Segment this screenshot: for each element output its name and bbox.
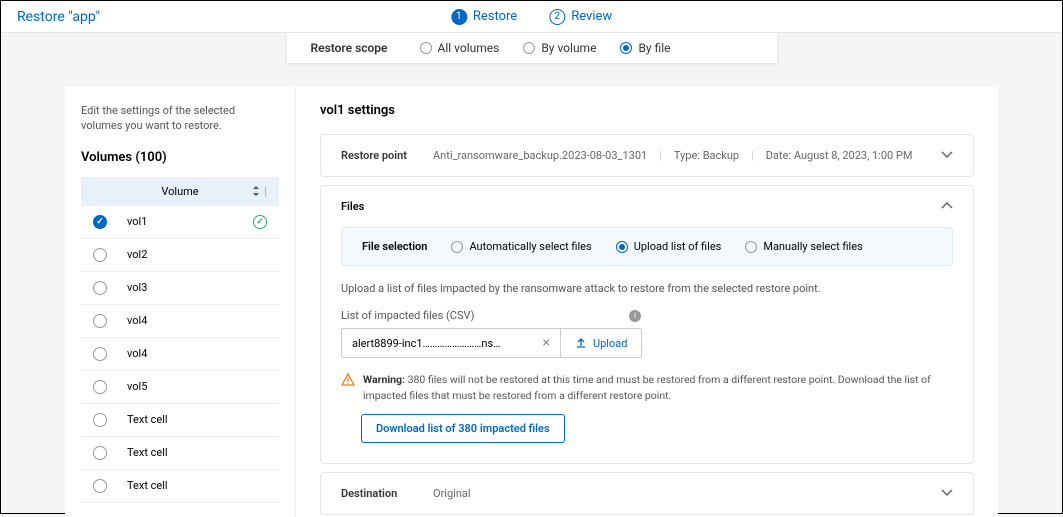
radio-icon xyxy=(451,241,463,253)
restore-scope-bar: Restore scope All volumes By volume By f… xyxy=(287,33,777,63)
info-icon[interactable]: i xyxy=(629,310,641,322)
sidebar-title: Volumes (100) xyxy=(81,150,279,165)
file-sel-auto[interactable]: Automatically select files xyxy=(451,240,591,253)
file-selection-bar: File selection Automatically select file… xyxy=(341,227,953,266)
volume-row[interactable]: vol4 xyxy=(81,305,279,338)
step-number-icon: 2 xyxy=(549,9,565,25)
volume-row[interactable]: vol4 xyxy=(81,338,279,371)
file-upload-row: alert8899-inc1……………………ns… × Upload xyxy=(341,328,953,358)
status-ok-icon xyxy=(253,215,267,229)
warning-message: Warning: 380 files will not be restored … xyxy=(341,372,953,404)
volume-list: vol1 vol2 vol3 vol4 vol4 vol5 Text cell … xyxy=(81,206,279,503)
scope-all-volumes[interactable]: All volumes xyxy=(420,41,500,55)
files-header[interactable]: Files xyxy=(321,186,973,227)
chevron-up-icon xyxy=(941,200,953,213)
radio-icon xyxy=(523,42,535,54)
checkbox-icon[interactable] xyxy=(93,215,107,229)
radio-icon xyxy=(620,42,632,54)
warning-icon xyxy=(341,373,355,404)
restore-point-panel: Restore point Anti_ransomware_backup.202… xyxy=(320,134,974,177)
volume-row[interactable]: vol1 xyxy=(81,206,279,239)
sort-icon[interactable]: | xyxy=(252,185,267,198)
restore-point-header[interactable]: Restore point Anti_ransomware_backup.202… xyxy=(321,135,973,176)
download-impacted-button[interactable]: Download list of 380 impacted files xyxy=(361,414,565,443)
chevron-down-icon xyxy=(941,487,953,500)
volume-row[interactable]: Text cell xyxy=(81,404,279,437)
destination-header[interactable]: Destination Original xyxy=(321,473,973,514)
checkbox-icon[interactable] xyxy=(93,479,107,493)
file-sel-upload[interactable]: Upload list of files xyxy=(616,240,722,253)
wizard-stepper: 1 Restore 2 Review xyxy=(451,9,612,25)
volume-row[interactable]: Text cell xyxy=(81,470,279,503)
step-restore[interactable]: 1 Restore xyxy=(451,9,517,25)
scope-by-file[interactable]: By file xyxy=(620,41,670,55)
volume-column-header[interactable]: Volume | xyxy=(81,177,279,206)
checkbox-icon[interactable] xyxy=(93,314,107,328)
chevron-down-icon xyxy=(941,149,953,162)
checkbox-icon[interactable] xyxy=(93,347,107,361)
files-panel: Files File selection Automatically selec… xyxy=(320,185,974,464)
radio-icon xyxy=(420,42,432,54)
radio-icon xyxy=(616,241,628,253)
upload-icon xyxy=(575,337,587,349)
file-input[interactable]: alert8899-inc1……………………ns… × xyxy=(341,328,561,358)
csv-field-label: List of impacted files (CSV) i xyxy=(341,309,641,322)
main-container: Edit the settings of the selected volume… xyxy=(65,87,998,517)
scope-label: Restore scope xyxy=(311,41,388,55)
upload-button[interactable]: Upload xyxy=(561,328,642,358)
files-body: File selection Automatically select file… xyxy=(321,227,973,463)
step-review[interactable]: 2 Review xyxy=(549,9,612,25)
sidebar-description: Edit the settings of the selected volume… xyxy=(81,103,279,134)
scope-by-volume[interactable]: By volume xyxy=(523,41,596,55)
top-bar: Restore "app" 1 Restore 2 Review xyxy=(1,1,1062,33)
checkbox-icon[interactable] xyxy=(93,413,107,427)
file-sel-manual[interactable]: Manually select files xyxy=(745,240,862,253)
checkbox-icon[interactable] xyxy=(93,446,107,460)
destination-panel: Destination Original xyxy=(320,472,974,515)
step-label: Review xyxy=(571,9,612,24)
volume-row[interactable]: vol5 xyxy=(81,371,279,404)
volume-row[interactable]: vol2 xyxy=(81,239,279,272)
checkbox-icon[interactable] xyxy=(93,248,107,262)
step-label: Restore xyxy=(473,9,517,24)
checkbox-icon[interactable] xyxy=(93,380,107,394)
radio-icon xyxy=(745,241,757,253)
volume-row[interactable]: Text cell xyxy=(81,437,279,470)
page-title: Restore "app" xyxy=(17,9,100,25)
clear-file-icon[interactable]: × xyxy=(543,335,550,351)
checkbox-icon[interactable] xyxy=(93,281,107,295)
volumes-sidebar: Edit the settings of the selected volume… xyxy=(65,87,295,517)
content-title: vol1 settings xyxy=(320,103,974,118)
step-number-icon: 1 xyxy=(451,9,467,25)
upload-help-text: Upload a list of files impacted by the r… xyxy=(341,282,953,295)
volume-row[interactable]: vol3 xyxy=(81,272,279,305)
settings-content: vol1 settings Restore point Anti_ransomw… xyxy=(295,87,998,517)
